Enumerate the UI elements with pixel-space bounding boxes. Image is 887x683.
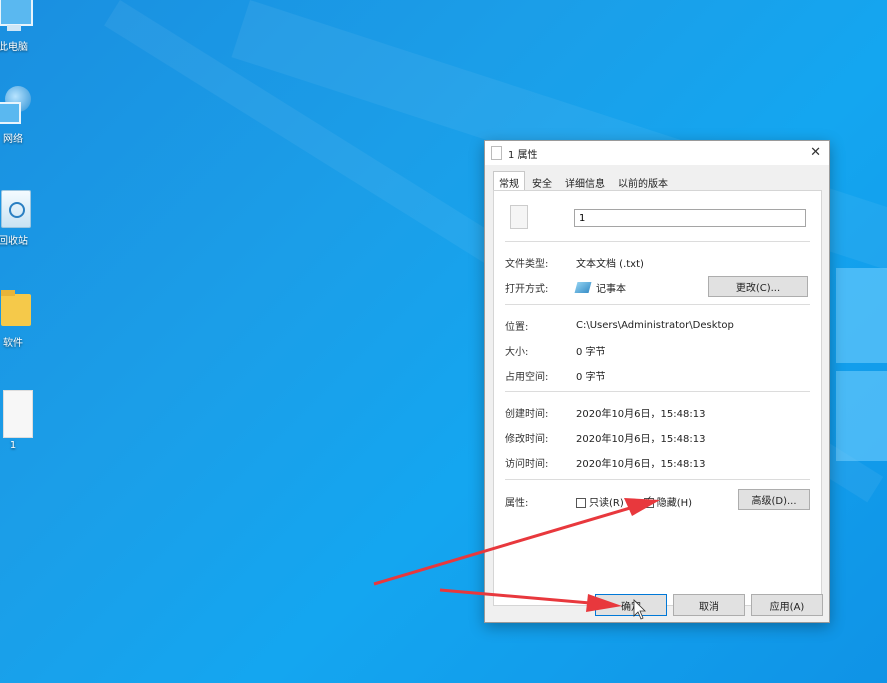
apply-button[interactable]: 应用(A) (751, 594, 823, 616)
filename-input[interactable] (574, 209, 806, 227)
divider (505, 304, 810, 305)
desktop-icon-network[interactable]: 网络 (0, 86, 38, 145)
general-tab-panel: 文件类型: 文本文档 (.txt) 打开方式: 记事本 更改(C)... 位置:… (493, 190, 822, 606)
tab-previous-versions[interactable]: 以前的版本 (612, 171, 674, 191)
close-button[interactable]: ✕ (810, 145, 821, 160)
desktop-icon-software-folder[interactable]: 软件 (0, 290, 38, 349)
network-icon (0, 86, 33, 126)
desktop-icon-file-1[interactable]: 1 (0, 390, 38, 451)
modified-label: 修改时间: (505, 434, 549, 445)
dialog-titlebar[interactable]: 1 属性 ✕ (485, 141, 829, 165)
recycle-bin-icon (0, 188, 33, 228)
file-large-icon (510, 205, 528, 229)
accessed-label: 访问时间: (505, 459, 549, 470)
created-row: 创建时间: 2020年10月6日，15:48:13 (505, 405, 705, 420)
dialog-title: 1 属性 (508, 149, 538, 161)
readonly-label: 只读(R) (589, 498, 624, 509)
open-with-row: 打开方式: 记事本 (505, 280, 626, 295)
attributes-label: 属性: (505, 498, 529, 509)
divider (505, 479, 810, 480)
disk-size-value: 0 字节 (576, 372, 606, 383)
created-value: 2020年10月6日，15:48:13 (576, 409, 706, 420)
open-with-label: 打开方式: (505, 284, 549, 295)
hidden-checkbox[interactable]: 隐藏(H) (643, 494, 693, 509)
windows-logo-pane (836, 268, 887, 363)
properties-dialog: 1 属性 ✕ 常规 安全 详细信息 以前的版本 文件类型: 文本文档 (.txt… (484, 140, 830, 623)
location-value: C:\Users\Administrator\Desktop (576, 320, 734, 331)
windows-logo-pane (836, 371, 887, 461)
accessed-row: 访问时间: 2020年10月6日，15:48:13 (505, 455, 705, 470)
cancel-button[interactable]: 取消 (673, 594, 745, 616)
desktop-icon-this-pc[interactable]: 此电脑 (0, 0, 38, 53)
computer-icon (0, 0, 33, 40)
file-type-label: 文件类型: (505, 259, 549, 270)
advanced-button[interactable]: 高级(D)... (738, 489, 810, 510)
desktop-icon-recycle-bin[interactable]: 回收站 (0, 188, 38, 247)
disk-size-row: 占用空间: 0 字节 (505, 368, 606, 383)
notepad-icon (574, 282, 592, 293)
modified-value: 2020年10月6日，15:48:13 (576, 434, 706, 445)
location-row: 位置: C:\Users\Administrator\Desktop (505, 318, 734, 333)
readonly-checkbox-box[interactable] (576, 498, 586, 508)
change-button[interactable]: 更改(C)... (708, 276, 808, 297)
size-label: 大小: (505, 347, 529, 358)
tab-security[interactable]: 安全 (526, 171, 558, 191)
size-value: 0 字节 (576, 347, 606, 358)
divider (505, 241, 810, 242)
created-label: 创建时间: (505, 409, 549, 420)
size-row: 大小: 0 字节 (505, 343, 606, 358)
folder-icon (0, 290, 33, 330)
open-with-value: 记事本 (596, 284, 626, 295)
modified-row: 修改时间: 2020年10月6日，15:48:13 (505, 430, 705, 445)
text-file-icon (0, 390, 33, 438)
file-icon (491, 146, 502, 160)
tab-general[interactable]: 常规 (493, 171, 525, 191)
disk-size-label: 占用空间: (505, 372, 549, 383)
file-type-value: 文本文档 (.txt) (576, 259, 644, 270)
ok-button[interactable]: 确定 (595, 594, 667, 616)
hidden-label: 隐藏(H) (656, 498, 693, 509)
readonly-checkbox[interactable]: 只读(R) (576, 494, 624, 509)
tab-bar: 常规 安全 详细信息 以前的版本 (485, 165, 829, 191)
attributes-row: 属性: 只读(R) 隐藏(H) (505, 494, 692, 509)
divider (505, 391, 810, 392)
accessed-value: 2020年10月6日，15:48:13 (576, 459, 706, 470)
location-label: 位置: (505, 322, 529, 333)
file-type-row: 文件类型: 文本文档 (.txt) (505, 255, 644, 270)
hidden-checkbox-box[interactable] (643, 495, 654, 508)
tab-details[interactable]: 详细信息 (559, 171, 611, 191)
